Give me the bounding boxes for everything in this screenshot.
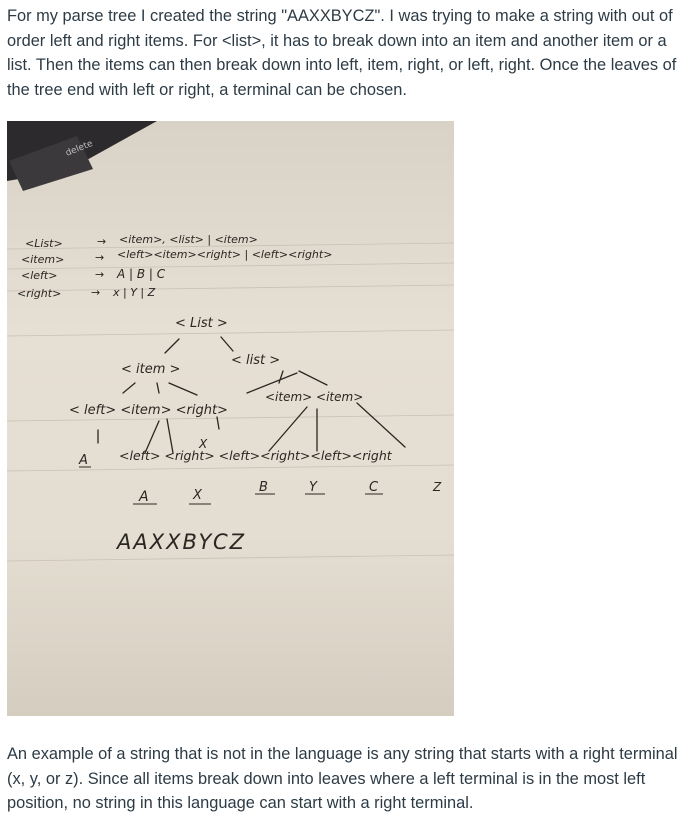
rule1-rhs: <item>, <list> | <item> xyxy=(119,233,258,246)
rule2-lhs: <item> xyxy=(21,253,64,266)
rule2-rhs: <left><item><right> | <left><right> xyxy=(117,248,332,261)
result-string: AAXXBYCZ xyxy=(115,530,246,554)
svg-text:→: → xyxy=(95,251,104,264)
leaf-z: Z xyxy=(432,480,442,494)
rule1-lhs: <List> xyxy=(25,237,63,250)
leaf-a2: A xyxy=(138,489,149,505)
notebook-lines xyxy=(7,242,454,562)
svg-text:→: → xyxy=(97,235,106,248)
tree-root: < List > xyxy=(175,316,228,331)
tree-level3-left: < left> <item> <right> xyxy=(69,403,228,418)
leaf-y: Y xyxy=(309,480,318,495)
leaf-a1: A xyxy=(78,453,88,468)
conclusion-paragraph: An example of a string that is not in th… xyxy=(7,745,678,812)
tree-item: < item > xyxy=(121,362,180,377)
rule3-rhs: A | B | C xyxy=(116,267,166,281)
tree-list: < list > xyxy=(231,353,280,368)
rule4-lhs: <right> xyxy=(17,287,61,300)
leaf-c: C xyxy=(369,480,379,495)
svg-text:→: → xyxy=(95,268,104,281)
svg-text:→: → xyxy=(91,286,100,299)
tree-level4: <left> <right> <left><right><left><right xyxy=(119,448,393,463)
leaf-x2: X xyxy=(192,488,203,503)
tree-level3-right: <item> <item> xyxy=(265,390,363,404)
rule4-rhs: x | Y | Z xyxy=(112,286,156,299)
leaf-b: B xyxy=(259,480,268,495)
rule3-lhs: <left> xyxy=(21,269,57,282)
intro-paragraph: For my parse tree I created the string "… xyxy=(7,7,677,99)
parse-tree-photo: delete <List> → <item>, <list> | <item> … xyxy=(7,121,454,716)
